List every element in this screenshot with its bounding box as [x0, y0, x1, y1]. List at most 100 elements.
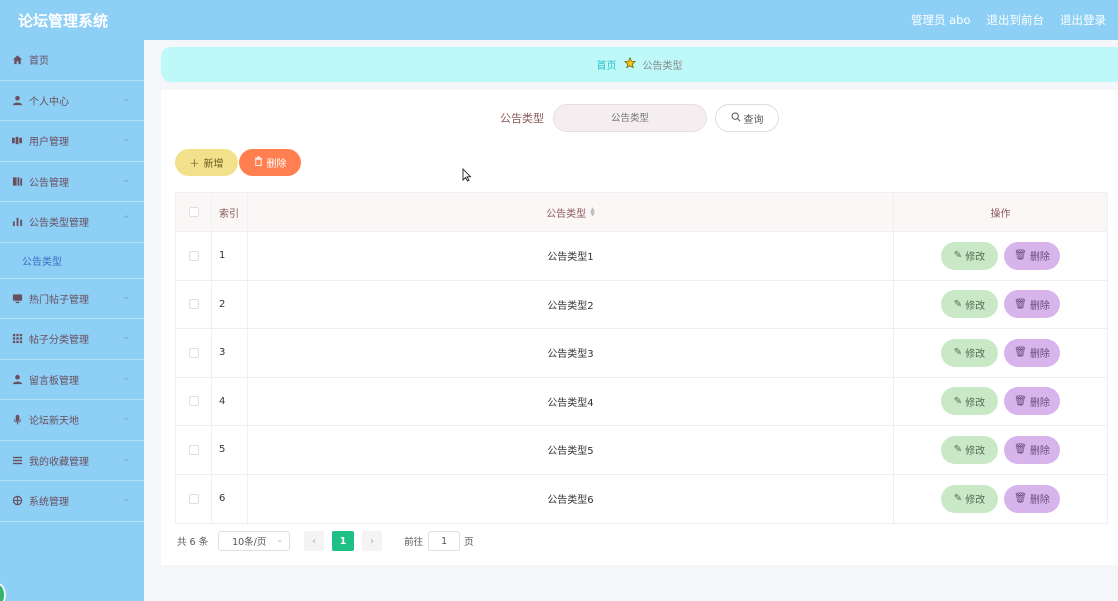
trash-icon: 🗑	[1014, 298, 1027, 310]
sidebar-item-post-category-management[interactable]: 帖子分类管理 ⌄	[0, 319, 144, 360]
row-index: 1	[212, 232, 248, 280]
row-checkbox[interactable]	[188, 299, 199, 310]
edit-button[interactable]: ✎ 修改	[941, 484, 998, 513]
chevron-down-icon: ⌄	[122, 134, 130, 144]
chevron-down-icon: ⌄	[122, 494, 130, 504]
row-index: 6	[212, 474, 248, 523]
edit-icon: ✎	[953, 395, 963, 407]
sidebar-item-home[interactable]: 首页	[0, 40, 144, 81]
prev-page-button[interactable]: ‹	[304, 531, 325, 551]
sidebar-item-system-management[interactable]: 系统管理 ⌄	[0, 481, 144, 522]
sidebar-item-message-board-management[interactable]: 留言板管理 ⌄	[0, 360, 144, 400]
chevron-right-icon: ›	[370, 535, 375, 547]
row-type: 公告类型3	[248, 329, 894, 377]
edit-button[interactable]: ✎ 修改	[941, 241, 998, 270]
breadcrumb-home-link[interactable]: 首页	[597, 57, 617, 72]
sort-icon[interactable]: ▲ ▼	[590, 207, 595, 218]
sidebar-item-hot-posts-management[interactable]: 热门帖子管理 ⌄	[0, 279, 144, 319]
delete-row-button[interactable]: 🗑 删除	[1004, 484, 1060, 513]
mouse-cursor-icon	[462, 167, 472, 182]
chevron-left-icon: ‹	[312, 535, 317, 547]
batch-delete-button[interactable]: 删除	[239, 149, 301, 176]
trash-icon: 🗑	[1014, 347, 1027, 359]
chevron-down-icon: ⌄	[122, 372, 130, 383]
trash-icon	[254, 156, 263, 169]
chevron-down-icon: ⌄	[122, 93, 130, 104]
table-row: 4 公告类型4 ✎ 修改 🗑 删除	[176, 377, 1107, 426]
goto-page-input[interactable]	[428, 531, 461, 551]
search-bar: 公告类型 查询	[161, 104, 1118, 132]
table-row: 1 公告类型1 ✎ 修改 🗑 删除	[176, 232, 1107, 281]
sidebar-item-personal-center[interactable]: 个人中心 ⌄	[0, 81, 144, 121]
row-checkbox[interactable]	[188, 347, 199, 358]
home-icon	[11, 54, 23, 66]
bar-chart-icon	[11, 216, 23, 228]
topbar-actions: 管理员 abo 退出到前台 退出登录	[911, 12, 1106, 28]
edit-button[interactable]: ✎ 修改	[941, 338, 998, 367]
search-button[interactable]: 查询	[715, 104, 779, 132]
row-checkbox[interactable]	[188, 396, 199, 407]
sidebar-item-user-management[interactable]: 用户管理 ⌄	[0, 121, 144, 162]
row-checkbox[interactable]	[188, 444, 199, 455]
sidebar-subitem-announcement-type[interactable]: 公告类型	[0, 243, 144, 279]
column-header-type[interactable]: 公告类型 ▲ ▼	[248, 193, 894, 231]
book-icon	[11, 175, 23, 187]
sidebar-item-forum-new-world[interactable]: 论坛新天地 ⌄	[0, 400, 144, 441]
add-button[interactable]: ＋ 新增	[175, 149, 238, 176]
delete-row-button[interactable]: 🗑 删除	[1004, 241, 1060, 270]
exit-to-frontend-link[interactable]: 退出到前台	[987, 12, 1045, 28]
sidebar-item-label: 热门帖子管理	[29, 294, 89, 306]
sidebar-item-label: 留言板管理	[29, 375, 79, 387]
add-button-label: 新增	[203, 159, 224, 170]
row-index: 2	[212, 280, 248, 328]
column-header-ops: 操作	[990, 208, 1011, 220]
edit-icon: ✎	[953, 347, 963, 359]
edit-button[interactable]: ✎ 修改	[941, 290, 998, 319]
trash-icon: 🗑	[1014, 444, 1027, 456]
next-page-button[interactable]: ›	[362, 531, 383, 551]
sidebar-item-favorites-management[interactable]: 我的收藏管理 ⌄	[0, 441, 144, 481]
row-type: 公告类型4	[248, 377, 894, 425]
list-icon	[11, 454, 23, 466]
breadcrumb-current: 公告类型	[642, 61, 683, 72]
plus-icon: ＋	[189, 159, 200, 170]
table-row: 6 公告类型6 ✎ 修改 🗑 删除	[176, 474, 1107, 523]
search-label: 公告类型	[500, 112, 544, 125]
logout-link[interactable]: 退出登录	[1060, 12, 1106, 28]
table-row: 5 公告类型5 ✎ 修改 🗑 删除	[176, 426, 1107, 475]
delete-row-button[interactable]: 🗑 删除	[1004, 290, 1060, 319]
sidebar-item-announcement-type-management[interactable]: 公告类型管理 ⌃	[0, 202, 144, 243]
breadcrumb: 首页 公告类型	[161, 47, 1118, 82]
chevron-down-icon: ⌄	[122, 453, 130, 464]
search-icon	[731, 112, 741, 125]
edit-button[interactable]: ✎ 修改	[941, 435, 998, 464]
sidebar-item-label: 用户管理	[29, 137, 69, 149]
pagination: 共 6 条 10条/页 ⌄ ‹ 1 › 前往 页	[177, 531, 474, 551]
sidebar-item-label: 公告管理	[29, 177, 69, 189]
announcement-type-table: 索引 公告类型 ▲ ▼ 操作 1 公告类型1 ✎ 修改 🗑 删除 2 公告类型2 ✎ 修…	[175, 192, 1108, 524]
sidebar-item-label: 帖子分类管理	[29, 335, 89, 347]
select-all-checkbox[interactable]	[188, 207, 199, 217]
main-panel: 公告类型 查询 ＋ 新增 删除 索引 公告类型 ▲▼ 操作	[161, 90, 1118, 565]
row-checkbox[interactable]	[188, 250, 199, 261]
star-icon	[623, 56, 636, 72]
delete-row-button[interactable]: 🗑 删除	[1004, 435, 1060, 464]
delete-row-button[interactable]: 🗑 删除	[1004, 338, 1060, 367]
table-header: 索引 公告类型 ▲ ▼ 操作	[176, 193, 1107, 232]
top-bar: 论坛管理系统 管理员 abo 退出到前台 退出登录	[0, 0, 1118, 40]
delete-row-button[interactable]: 🗑 删除	[1004, 387, 1060, 416]
pagination-total: 共 6 条	[177, 537, 209, 548]
edit-button[interactable]: ✎ 修改	[941, 387, 998, 416]
chevron-up-icon: ⌃	[122, 215, 130, 225]
row-checkbox[interactable]	[188, 493, 199, 504]
sidebar-item-label: 首页	[29, 56, 49, 68]
row-type: 公告类型6	[248, 474, 894, 523]
edit-icon: ✎	[953, 493, 963, 505]
announcement-type-search-input[interactable]	[553, 104, 707, 132]
floating-action-button[interactable]	[0, 583, 6, 601]
sidebar-item-announcement-management[interactable]: 公告管理 ⌄	[0, 162, 144, 202]
trash-icon: 🗑	[1014, 250, 1027, 262]
sidebar-item-label: 个人中心	[29, 96, 69, 108]
page-number-active[interactable]: 1	[332, 531, 355, 551]
page-size-select[interactable]: 10条/页 ⌄	[218, 531, 291, 551]
